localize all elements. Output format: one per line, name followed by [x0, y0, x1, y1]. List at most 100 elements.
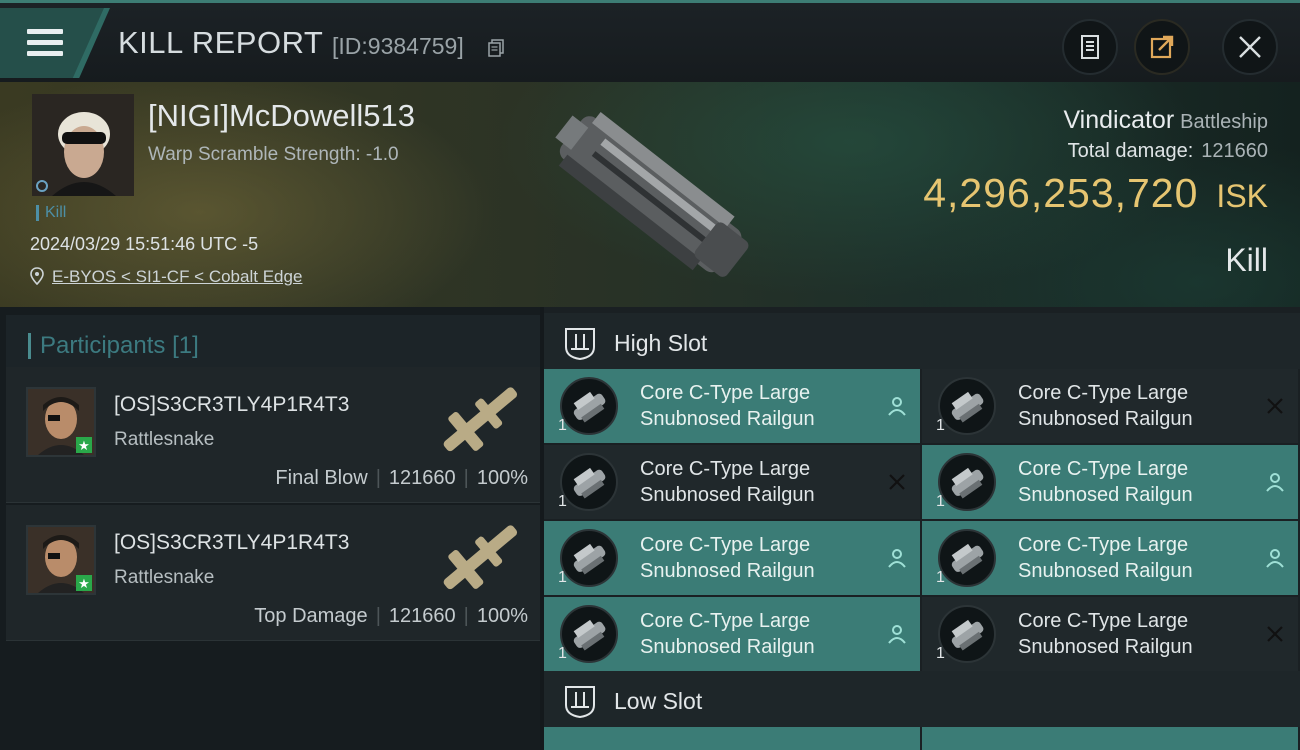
top-bar: KILL REPORT [ID:9384759]	[0, 0, 1300, 82]
destroyed-x-icon	[889, 474, 905, 490]
module-name: Core C-Type Large Snubnosed Railgun	[1018, 608, 1258, 660]
share-icon	[1150, 35, 1174, 59]
low-slot-module[interactable]	[544, 727, 920, 750]
participant-role: Final Blow	[275, 467, 368, 489]
destroyed-x-icon	[1267, 398, 1283, 414]
low-slot-header: Low Slot	[544, 671, 1300, 727]
victim-summary: [NIGI]McDowell513 Warp Scramble Strength…	[0, 82, 1300, 307]
module-name-line2: Snubnosed Railgun	[1018, 408, 1193, 430]
total-damage-label: Total damage:	[1067, 140, 1194, 162]
module-name-line2: Snubnosed Railgun	[640, 408, 815, 430]
high-slot-module[interactable]: 1 Core C-Type Large Snubnosed Railgun	[544, 445, 920, 519]
participant-damage: 121660	[388, 605, 456, 627]
module-name-line1: Core C-Type Large	[1018, 382, 1189, 404]
copy-icon[interactable]	[488, 39, 504, 57]
participant-ship-icon	[443, 387, 518, 452]
report-button[interactable]	[1062, 19, 1118, 75]
high-slot-module[interactable]: 1 Core C-Type Large Snubnosed Railgun	[544, 369, 920, 443]
victim-ship-render	[555, 112, 749, 277]
module-quantity: 1	[558, 569, 567, 586]
module-quantity: 1	[558, 417, 567, 434]
module-name-line1: Core C-Type Large	[640, 382, 811, 404]
high-slot-header: High Slot	[544, 313, 1300, 369]
ship-name: Vindicator	[1063, 106, 1175, 134]
high-slot-module[interactable]: 1 Core C-Type Large Snubnosed Railgun	[922, 369, 1298, 443]
participant-row[interactable]: ★ [OS]S3CR3TLY4P1R4T3 Rattlesnake Top Da…	[6, 505, 540, 641]
module-quantity: 1	[558, 493, 567, 510]
close-icon	[1239, 36, 1261, 58]
kill-report-screen: KILL REPORT [ID:9384759] [NIGI]McDowell5…	[0, 0, 1300, 750]
module-quantity: 1	[936, 493, 945, 510]
total-damage-value: 121660	[1201, 140, 1268, 162]
participant-row[interactable]: ★ [OS]S3CR3TLY4P1R4T3 Rattlesnake Final …	[6, 367, 540, 503]
module-name: Core C-Type Large Snubnosed Railgun	[1018, 380, 1258, 432]
kill-type: Kill	[1225, 242, 1268, 278]
victim-avatar[interactable]	[32, 94, 134, 196]
menu-button[interactable]	[0, 8, 110, 78]
high-slot-icon	[565, 328, 595, 361]
low-slot-module[interactable]	[922, 727, 1298, 750]
dropped-person-icon	[888, 549, 906, 568]
module-name-line2: Snubnosed Railgun	[640, 484, 815, 506]
module-name-line2: Snubnosed Railgun	[1018, 484, 1193, 506]
location-pin-icon	[30, 267, 44, 285]
participant-name: [OS]S3CR3TLY4P1R4T3	[114, 393, 350, 416]
module-name: Core C-Type Large Snubnosed Railgun	[1018, 456, 1258, 508]
participant-stats: Final Blow | 121660 | 100%	[275, 467, 528, 489]
dropped-person-icon	[888, 625, 906, 644]
svg-text:★: ★	[78, 577, 90, 592]
module-quantity: 1	[936, 569, 945, 586]
participant-ship: Rattlesnake	[114, 567, 215, 588]
ship-class: Battleship	[1180, 111, 1268, 133]
low-slot-title: Low Slot	[614, 688, 703, 714]
kill-location-link[interactable]: E-BYOS < SI1-CF < Cobalt Edge	[30, 267, 302, 287]
kill-datetime: 2024/03/29 15:51:46 UTC -5	[30, 234, 259, 254]
report-id: [ID:9384759]	[332, 33, 464, 59]
high-slot-module[interactable]: 1 Core C-Type Large Snubnosed Railgun	[922, 597, 1298, 671]
module-name: Core C-Type Large Snubnosed Railgun	[640, 456, 880, 508]
total-damage: Total damage: 121660	[1068, 140, 1268, 163]
location-text: E-BYOS < SI1-CF < Cobalt Edge	[52, 267, 303, 286]
isk-unit: ISK	[1216, 178, 1268, 214]
participant-ship: Rattlesnake	[114, 429, 215, 450]
high-slot-module[interactable]: 1 Core C-Type Large Snubnosed Railgun	[922, 521, 1298, 595]
high-slot-module[interactable]: 1 Core C-Type Large Snubnosed Railgun	[544, 597, 920, 671]
participant-avatar: ★	[26, 525, 96, 595]
railgun-icon	[938, 453, 996, 511]
isk-amount: 4,296,253,720	[923, 170, 1199, 216]
participant-stats: Top Damage | 121660 | 100%	[254, 605, 528, 627]
close-button[interactable]	[1222, 19, 1278, 75]
railgun-icon	[938, 377, 996, 435]
module-name-line1: Core C-Type Large	[640, 534, 811, 556]
high-slot-module[interactable]: 1 Core C-Type Large Snubnosed Railgun	[544, 521, 920, 595]
high-slot-title: High Slot	[614, 330, 708, 356]
railgun-icon	[560, 605, 618, 663]
victim-name[interactable]: [NIGI]McDowell513	[148, 98, 415, 134]
page-title: KILL REPORT	[118, 25, 324, 60]
victim-ship[interactable]: Vindicator Battleship	[1063, 106, 1268, 135]
module-name-line1: Core C-Type Large	[1018, 534, 1189, 556]
isk-value: 4,296,253,720 ISK	[923, 170, 1268, 217]
share-button[interactable]	[1134, 19, 1190, 75]
module-name: Core C-Type Large Snubnosed Railgun	[640, 532, 880, 584]
participant-name: [OS]S3CR3TLY4P1R4T3	[114, 531, 350, 554]
participant-percent: 100%	[476, 605, 528, 627]
fitting-panel: High Slot 1 Core C-Type Large Snubnosed Ra…	[544, 307, 1300, 750]
railgun-icon	[560, 453, 618, 511]
module-name-line2: Snubnosed Railgun	[1018, 560, 1193, 582]
participants-count: [1]	[172, 332, 199, 359]
participant-damage: 121660	[388, 467, 456, 489]
dropped-person-icon	[1266, 549, 1284, 568]
hamburger-icon	[27, 29, 63, 57]
participant-percent: 100%	[476, 467, 528, 489]
railgun-icon	[938, 529, 996, 587]
railgun-icon	[560, 529, 618, 587]
dropped-person-icon	[888, 397, 906, 416]
participants-header: Participants [1]	[6, 315, 540, 371]
module-name-line2: Snubnosed Railgun	[640, 560, 815, 582]
high-slot-module[interactable]: 1 Core C-Type Large Snubnosed Railgun	[922, 445, 1298, 519]
railgun-icon	[938, 605, 996, 663]
svg-text:★: ★	[78, 439, 90, 454]
participant-avatar: ★	[26, 387, 96, 457]
destroyed-x-icon	[1267, 626, 1283, 642]
